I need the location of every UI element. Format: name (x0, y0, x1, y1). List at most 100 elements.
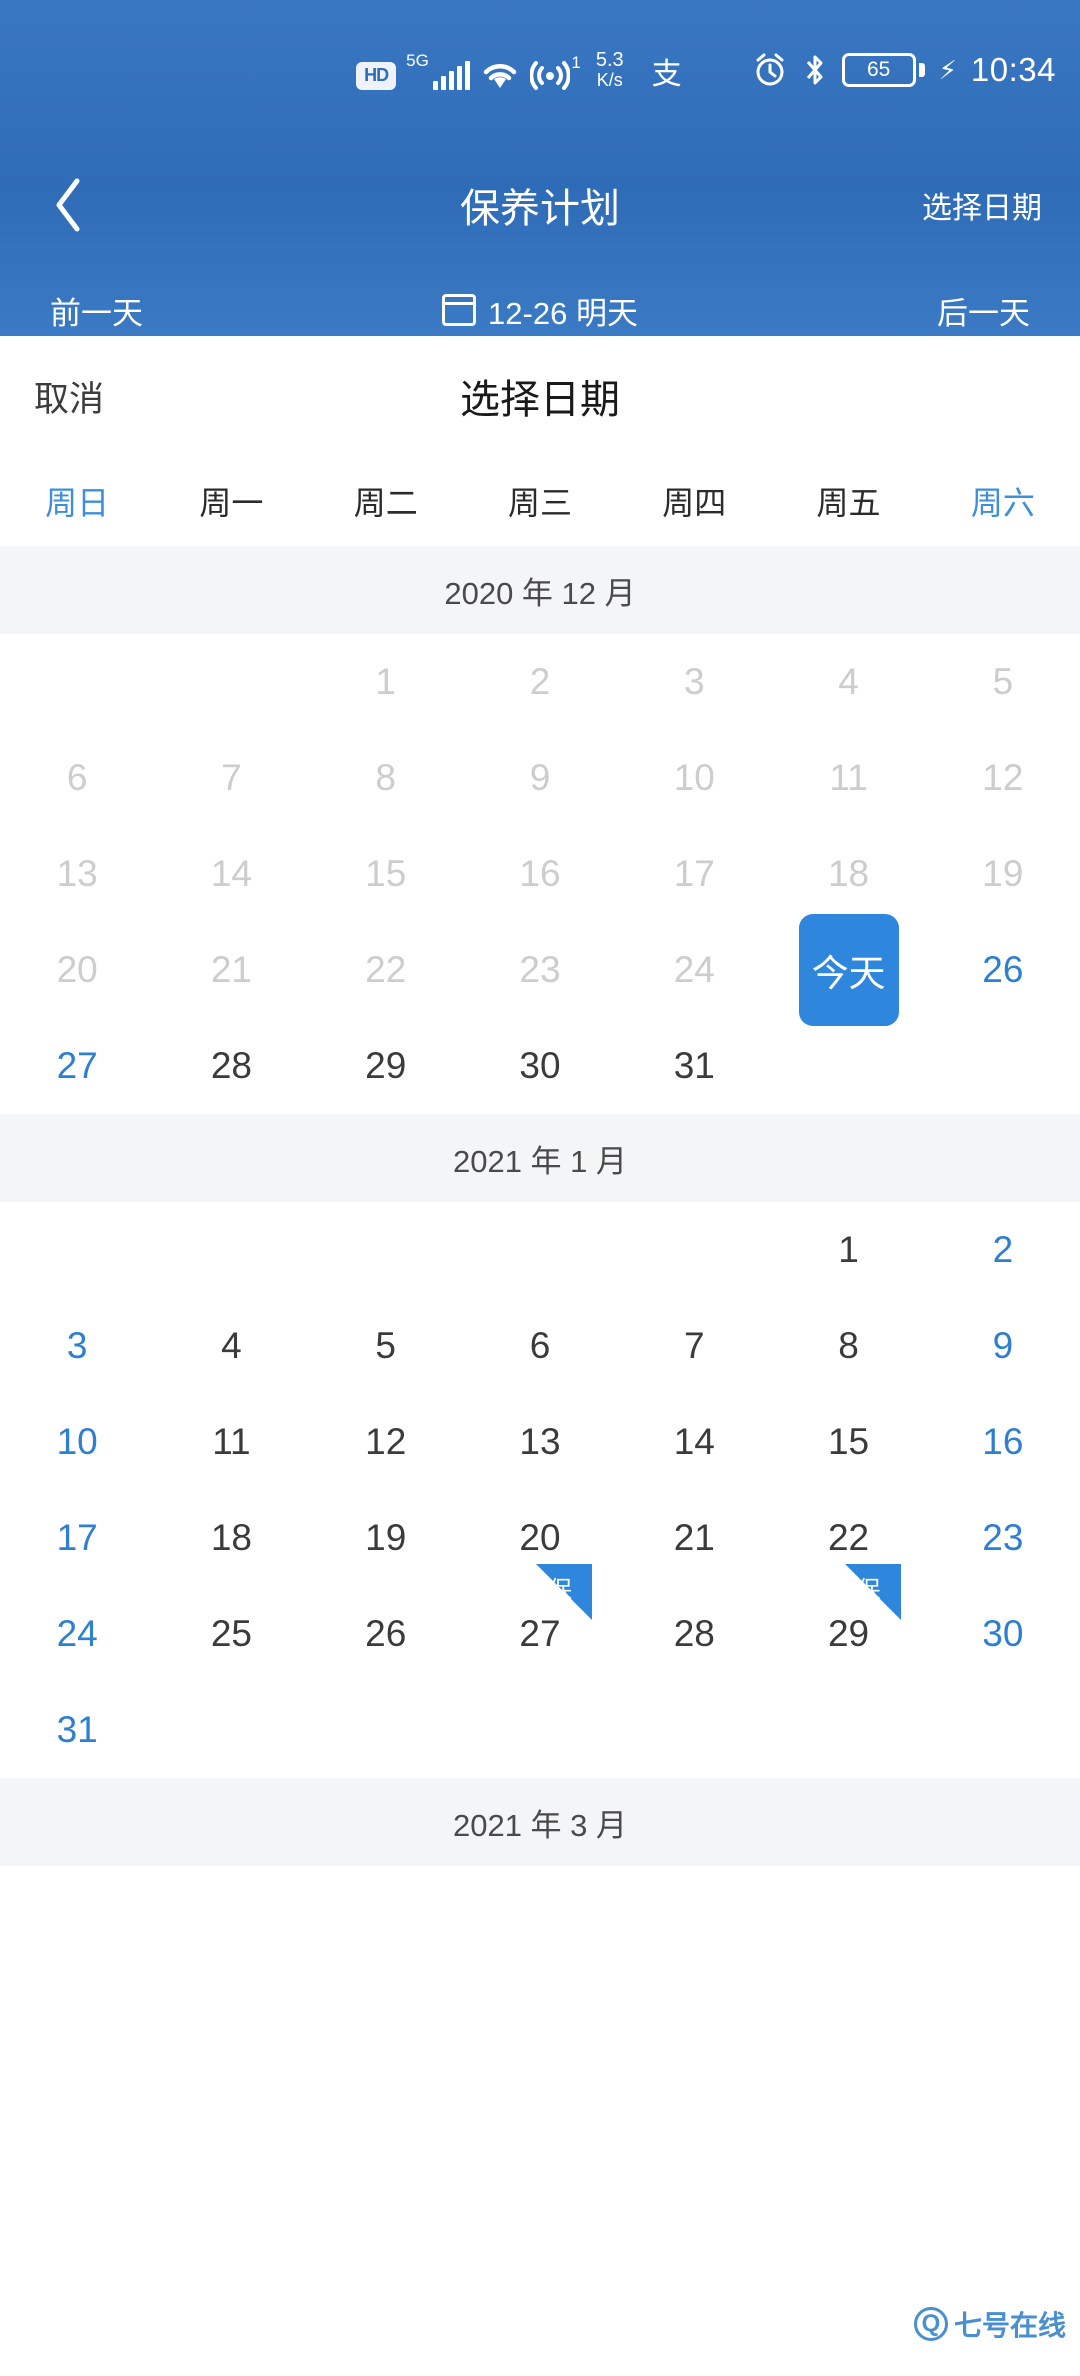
day-cell[interactable]: 29 保 (771, 1564, 925, 1682)
day-cell[interactable]: 15 (771, 1394, 925, 1490)
watermark-text: 七号在线 (953, 2310, 1066, 2341)
battery-level-label: 65 (841, 53, 916, 87)
day-cell: 21 (154, 922, 308, 1018)
day-number: 23 (982, 1517, 1024, 1558)
day-cell: 14 (154, 826, 308, 922)
day-cell[interactable]: 31 (617, 1018, 771, 1114)
day-cell[interactable]: 26 (309, 1586, 463, 1682)
sheet-header: 取消 选择日期 (0, 336, 1080, 456)
month-label: 2021 年 3 月 (0, 1778, 1080, 1866)
day-cell[interactable]: 28 (617, 1586, 771, 1682)
day-number: 18 (210, 1517, 252, 1558)
day-cell: 16 (463, 826, 617, 922)
next-day-button[interactable]: 后一天 (937, 288, 1030, 333)
hotspot-count-label: 1 (571, 52, 581, 72)
day-cell[interactable]: 28 (154, 1018, 308, 1114)
weekday-header-row: 周日 周一 周二 周三 周四 周五 周六 (0, 456, 1080, 546)
day-cell[interactable]: 19 (309, 1490, 463, 1586)
previous-day-button[interactable]: 前一天 (50, 288, 143, 333)
day-number: 30 (982, 1613, 1024, 1654)
date-navigation-strip: 前一天 12-26 明天 后一天 (0, 280, 1080, 340)
day-cell: 17 (617, 826, 771, 922)
day-cell[interactable]: 1 (771, 1202, 925, 1298)
day-cell[interactable]: 9 (926, 1298, 1080, 1394)
battery-icon: 65 (841, 53, 925, 87)
day-number: 8 (838, 1325, 859, 1366)
day-cell[interactable]: 3 (0, 1298, 154, 1394)
day-cell[interactable]: 26 (926, 922, 1080, 1018)
day-cell[interactable]: 31 (0, 1682, 154, 1778)
day-number: 26 (365, 1613, 407, 1654)
day-cell[interactable]: 24 (0, 1586, 154, 1682)
day-number: 23 (519, 949, 561, 990)
signal-bars-icon (432, 60, 470, 90)
day-number: 22 (365, 949, 407, 990)
day-cell[interactable]: 14 (617, 1394, 771, 1490)
today-label: 今天 (798, 914, 899, 1026)
day-number: 12 (982, 757, 1024, 798)
day-number: 25 (210, 1613, 252, 1654)
day-number: 30 (519, 1045, 561, 1086)
day-number: 16 (519, 853, 561, 894)
day-cell: 18 (771, 826, 925, 922)
day-number: 7 (683, 1325, 705, 1366)
day-cell: 4 (771, 634, 925, 730)
day-cell[interactable]: 27 (0, 1018, 154, 1114)
day-cell: 9 (463, 730, 617, 826)
day-number: 9 (992, 1325, 1014, 1366)
day-cell[interactable]: 12 (309, 1394, 463, 1490)
day-number: 12 (365, 1421, 407, 1462)
day-number: 7 (221, 757, 242, 798)
day-cell[interactable]: 27 保 (463, 1564, 617, 1682)
day-number: 29 (365, 1045, 407, 1086)
day-cell[interactable]: 29 (309, 1018, 463, 1114)
day-cell[interactable]: 5 (309, 1298, 463, 1394)
day-cell: 8 (309, 730, 463, 826)
day-cell[interactable]: 21 (617, 1490, 771, 1586)
day-cell[interactable]: 4 (154, 1298, 308, 1394)
select-date-button[interactable]: 选择日期 (922, 183, 1042, 227)
day-number: 3 (66, 1325, 88, 1366)
day-cell[interactable]: 17 (0, 1490, 154, 1586)
day-cell[interactable]: 25 (154, 1586, 308, 1682)
day-cell[interactable]: 6 (463, 1298, 617, 1394)
day-cell: 3 (617, 634, 771, 730)
day-number: 6 (66, 757, 88, 798)
day-cell[interactable]: 18 (154, 1490, 308, 1586)
day-number: 31 (673, 1045, 715, 1086)
day-cell[interactable]: 2 (926, 1202, 1080, 1298)
day-cell: 19 (926, 826, 1080, 922)
day-cell[interactable]: 23 (926, 1490, 1080, 1586)
day-cell[interactable]: 13 (463, 1394, 617, 1490)
day-cell[interactable]: 10 (0, 1394, 154, 1490)
day-cell[interactable]: 7 (617, 1298, 771, 1394)
day-cell: 15 (309, 826, 463, 922)
day-cell[interactable]: 30 (463, 1018, 617, 1114)
cancel-button[interactable]: 取消 (34, 371, 104, 422)
day-number: 14 (673, 1421, 715, 1462)
alipay-icon: 支 (651, 57, 682, 91)
day-cell[interactable]: 30 (926, 1586, 1080, 1682)
calendar-months: 2020 年 12 月 1 2 3 4 5 6 7 8 9 10 11 12 13 14 15 16 17 18 19… (0, 546, 1080, 1866)
day-number: 16 (982, 1421, 1024, 1462)
battery-cap (918, 63, 925, 77)
day-cell: 12 (926, 730, 1080, 826)
current-date-display[interactable]: 12-26 明天 (442, 288, 638, 333)
day-cell: 20 (0, 922, 154, 1018)
day-cell: 10 (617, 730, 771, 826)
calendar-icon (442, 294, 477, 326)
hotspot-icon: 1 (529, 54, 581, 90)
day-number: 27 (56, 1045, 98, 1086)
day-cell-today[interactable]: 今天 (771, 914, 925, 1026)
hd-icon: HD (356, 61, 397, 90)
day-cell[interactable]: 11 (154, 1394, 308, 1490)
month-label: 2020 年 12 月 (0, 546, 1080, 634)
charging-bolt-icon: ⚡ (938, 55, 957, 85)
day-number: 15 (365, 853, 407, 894)
day-cell[interactable]: 16 (926, 1394, 1080, 1490)
weekday-header-0: 周日 (45, 485, 110, 521)
day-number: 10 (56, 1421, 98, 1462)
day-number: 6 (529, 1325, 551, 1366)
day-cell[interactable]: 8 (771, 1298, 925, 1394)
day-number: 11 (212, 1421, 251, 1462)
